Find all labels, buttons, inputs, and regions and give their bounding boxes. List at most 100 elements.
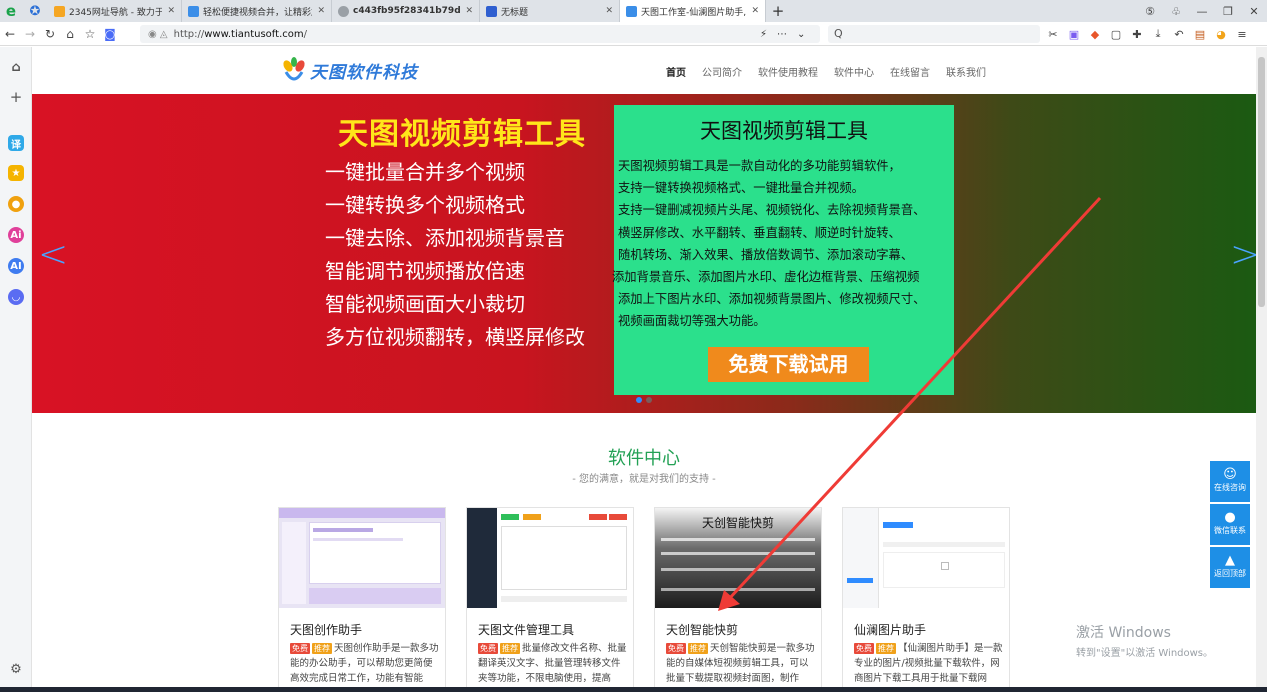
reload-icon[interactable]: ↻ — [40, 27, 60, 41]
carousel-next-icon[interactable]: > — [1230, 234, 1256, 275]
download-icon[interactable]: ⤓ — [1151, 27, 1165, 41]
software-card[interactable]: 天创智能快剪 天创智能快剪 免费 推荐 天创智能快剪是一款多功能的自媒体短视频剪辑工… — [654, 507, 822, 692]
float-label: 在线咨询 — [1214, 483, 1246, 492]
banner-feature: 智能调节视频播放倍速 — [325, 259, 525, 283]
info-line: 视频画面裁切等强大功能。 — [618, 314, 766, 329]
tab-group-icon[interactable]: ✪ — [22, 0, 48, 22]
info-line: 添加背景音乐、添加图片水印、虚化边框背景、压缩视频 — [612, 270, 920, 285]
software-card[interactable]: 仙澜图片助手 免费 推荐 【仙澜图片助手】是一款专业的图片/视频批量下载软件，网商图… — [842, 507, 1010, 692]
browser-logo-icon[interactable]: e — [0, 0, 22, 22]
nav-contact[interactable]: 联系我们 — [946, 64, 986, 79]
ai-assistant-icon[interactable]: Ai — [8, 227, 24, 243]
recommend-badge: 推荐 — [500, 643, 520, 654]
info-box-title: 天图视频剪辑工具 — [700, 119, 868, 143]
close-icon[interactable]: ✕ — [465, 6, 473, 16]
forward-icon[interactable]: → — [20, 27, 40, 41]
tab-1[interactable]: 2345网址导航 - 致力于打造百 ✕ — [48, 0, 182, 22]
chevron-down-icon[interactable]: ⌄ — [797, 29, 805, 40]
shield-icon: ◉ ◬ — [148, 28, 168, 40]
card-thumbnail — [467, 508, 633, 608]
close-icon[interactable]: ✕ — [751, 6, 759, 16]
info-line: 横竖屏修改、水平翻转、垂直翻转、顺逆时针旋转、 — [618, 225, 901, 240]
logo-text: 天图软件科技 — [310, 62, 418, 83]
tab-label: c443fb95f28341b79ddcdac — [353, 6, 461, 16]
toolbox-icon[interactable]: ▤ — [1193, 28, 1207, 41]
tab-5-active[interactable]: 天图工作室-仙澜图片助手,仙澜 ✕ — [620, 0, 766, 22]
nav-tutorial[interactable]: 软件使用教程 — [758, 64, 818, 79]
close-icon[interactable]: ✕ — [605, 6, 613, 16]
translate-icon[interactable]: 译 — [8, 135, 24, 151]
nav-software-center[interactable]: 软件中心 — [834, 64, 874, 79]
online-consult-button[interactable]: ☺ 在线咨询 — [1210, 461, 1250, 502]
more-icon[interactable]: ⋯ — [777, 29, 787, 40]
close-icon[interactable]: ✕ — [317, 6, 325, 16]
url-field[interactable]: ◉ ◬ http://www.tiantusoft.com / — [140, 25, 820, 43]
info-line: 天图视频剪辑工具是一款自动化的多功能剪辑软件， — [618, 159, 901, 173]
ai-chat-icon[interactable]: AI — [8, 258, 24, 274]
tab-3[interactable]: c443fb95f28341b79ddcdac ✕ — [332, 0, 480, 22]
url-tools: ⚡ ⋯ ⌄ — [760, 25, 805, 43]
banner-feature-list: 一键批量合并多个视频 一键转换多个视频格式 一键去除、添加视频背景音 智能调节视… — [325, 156, 585, 354]
info-line: 随机转场、渐入效果、播放倍数调节、添加滚动字幕、 — [618, 247, 914, 262]
software-card[interactable]: 天图文件管理工具 免费 推荐 批量修改文件名称、批量翻译英汉文字、批量管理转移文件夹… — [466, 507, 634, 692]
restore-icon[interactable]: ❐ — [1215, 5, 1241, 18]
bot-icon[interactable]: ◡ — [8, 289, 24, 305]
new-tab-button[interactable]: + — [766, 2, 790, 20]
screenshot-icon[interactable]: ▢ — [1109, 28, 1123, 41]
info-line: 支持一键删减视频片头尾、视频锐化、去除视频背景音、 — [618, 203, 926, 218]
site-logo[interactable]: 天图软件科技 — [280, 56, 418, 84]
thumbnail-heading: 天创智能快剪 — [701, 516, 774, 530]
ai-icon[interactable]: ◙ — [100, 27, 120, 41]
settings-icon[interactable]: ⚙ — [8, 661, 24, 677]
watermark-line: 转到"设置"以激活 Windows。 — [1076, 648, 1214, 659]
search-input[interactable]: Q — [828, 25, 1040, 43]
add-icon[interactable]: + — [8, 88, 24, 106]
home-icon[interactable]: ⌂ — [60, 27, 80, 41]
scrollbar-thumb[interactable] — [1258, 57, 1265, 307]
card-description: 免费 推荐 批量修改文件名称、批量翻译英汉文字、批量管理转移文件夹等功能，不限电脑使… — [478, 641, 628, 686]
nav-home[interactable]: 首页 — [666, 64, 686, 79]
info-line: 支持一键转换视频格式、一键批量合并视频。 — [618, 181, 864, 196]
game-icon[interactable]: ◆ — [1088, 28, 1102, 41]
lightning-icon[interactable]: ⚡ — [760, 29, 767, 40]
undo-icon[interactable]: ↶ — [1172, 28, 1186, 41]
tab-label: 轻松便捷视频合并，让精彩加倍 — [203, 7, 312, 18]
color-wheel-icon[interactable]: ◕ — [1214, 28, 1228, 41]
tab-2[interactable]: 轻松便捷视频合并，让精彩加倍 ✕ — [182, 0, 332, 22]
card-title: 天创智能快剪 — [666, 623, 739, 637]
banner-feature: 一键批量合并多个视频 — [325, 160, 525, 184]
bookmark-star-icon[interactable]: ☆ — [80, 27, 100, 41]
back-icon[interactable]: ← — [0, 27, 20, 41]
recommend-badge: 推荐 — [688, 643, 708, 654]
url-path: / — [303, 28, 307, 40]
carousel-prev-icon[interactable]: < — [38, 234, 68, 275]
minimize-icon[interactable]: — — [1189, 5, 1215, 18]
extension-purple-icon[interactable]: ▣ — [1067, 28, 1081, 41]
star-icon[interactable]: ★ — [8, 165, 24, 181]
home-icon[interactable]: ⌂ — [8, 59, 24, 75]
nav-about[interactable]: 公司简介 — [702, 64, 742, 79]
free-download-button[interactable]: 免费下载试用 — [708, 347, 869, 382]
section-subtitle: - 您的满意，就是对我们的支持 - — [572, 474, 716, 485]
close-icon[interactable]: ✕ — [167, 6, 175, 16]
scissors-icon[interactable]: ✂ — [1046, 28, 1060, 41]
back-to-top-button[interactable]: ▲ 返回顶部 — [1210, 547, 1250, 588]
puzzle-icon[interactable]: ✚ — [1130, 28, 1144, 41]
hero-banner[interactable]: 天图视频剪辑工具 一键批量合并多个视频 一键转换多个视频格式 一键去除、添加视频… — [32, 94, 1256, 413]
wechat-icon: ● — [1224, 510, 1236, 525]
nav-message[interactable]: 在线留言 — [890, 64, 930, 79]
page-scrollbar[interactable] — [1256, 47, 1267, 692]
game-controller-icon[interactable]: ● — [8, 196, 24, 212]
carousel-dot-active[interactable] — [636, 397, 642, 403]
close-window-icon[interactable]: ✕ — [1241, 5, 1267, 18]
card-thumbnail — [279, 508, 445, 608]
carousel-dot[interactable] — [646, 397, 652, 403]
menu-icon[interactable]: ≡ — [1235, 28, 1249, 41]
software-card[interactable]: 天图创作助手 免费 推荐 天图创作助手是一款多功能的办公助手，可以帮助您更简便高效完… — [278, 507, 446, 692]
skin-icon[interactable]: ♧ — [1163, 5, 1189, 18]
wechat-contact-button[interactable]: ● 微信联系 — [1210, 504, 1250, 545]
card-description: 免费 推荐 天图创作助手是一款多功能的办公助手，可以帮助您更简便高效完成日常工作，功… — [290, 641, 440, 686]
tab-list-icon[interactable]: ⑤ — [1137, 5, 1163, 18]
free-badge: 免费 — [854, 643, 874, 654]
tab-4[interactable]: 无标题 ✕ — [480, 0, 620, 22]
